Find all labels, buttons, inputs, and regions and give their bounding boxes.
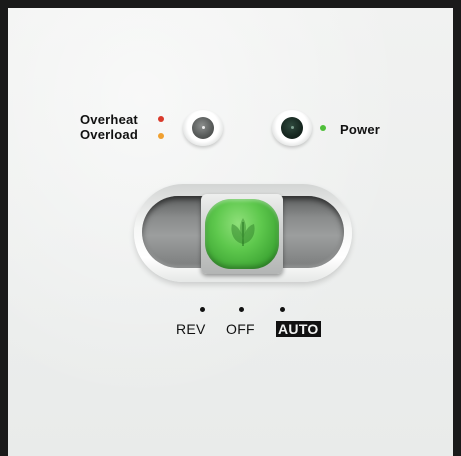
power-dot (320, 125, 326, 131)
overheat-dot (158, 116, 164, 122)
leaf-icon (231, 218, 255, 247)
rev-position-label: REV (176, 321, 206, 337)
power-label: Power (340, 122, 381, 137)
mode-switch-housing (134, 184, 352, 282)
overload-label: Overload (80, 127, 138, 142)
power-led-lens (281, 117, 303, 139)
overload-dot (158, 133, 164, 139)
off-position-dot (239, 307, 244, 312)
overheat-label: Overheat (80, 112, 138, 127)
rev-position-dot (200, 307, 205, 312)
fault-indicator-led (183, 110, 223, 146)
fault-led-highlight (202, 126, 205, 129)
mode-switch-knob[interactable] (205, 199, 279, 269)
power-indicator-led (272, 110, 312, 146)
auto-position-label: AUTO (276, 321, 321, 337)
power-led-highlight (291, 126, 294, 129)
auto-position-dot (280, 307, 285, 312)
off-position-label: OFF (226, 321, 255, 337)
fault-led-lens (192, 117, 214, 139)
mode-switch-knob-frame[interactable] (201, 194, 283, 274)
